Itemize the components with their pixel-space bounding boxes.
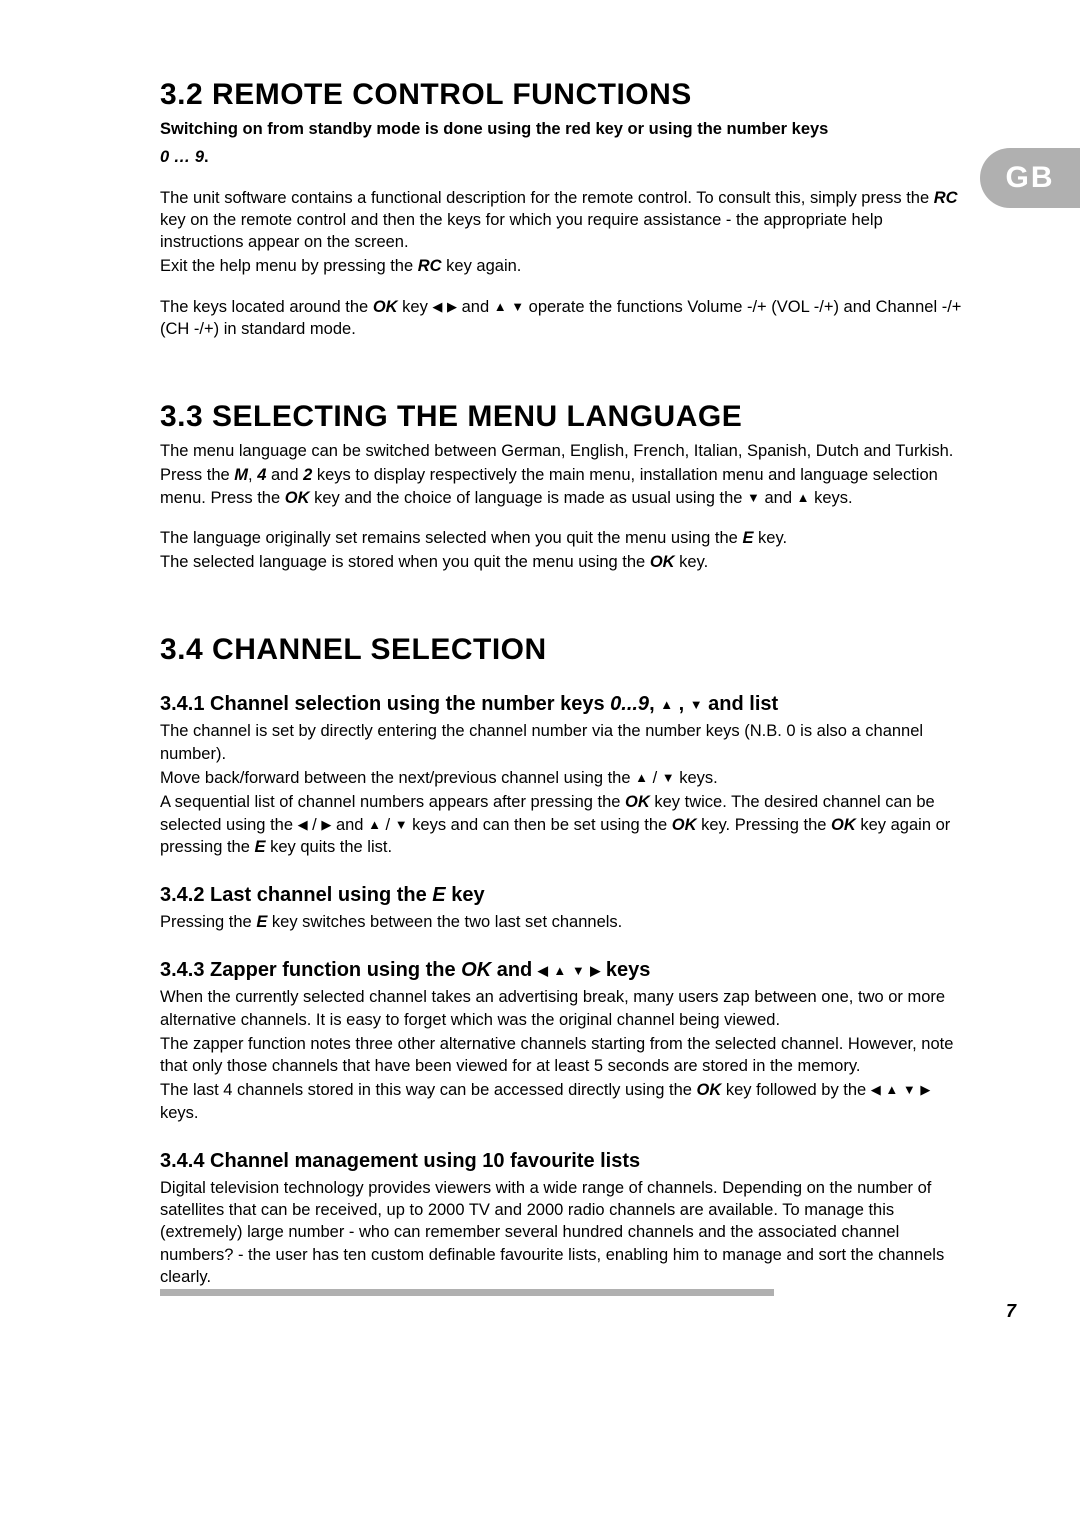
triangle-left-icon: ◀	[871, 1081, 881, 1099]
para-343-3: The last 4 channels stored in this way c…	[160, 1079, 970, 1124]
heading-3-4-4: 3.4.4 Channel management using 10 favour…	[160, 1150, 970, 1173]
triangle-down-icon: ▼	[903, 1081, 916, 1099]
triangle-up-icon: ▲	[797, 489, 810, 507]
language-tab-gb: GB	[980, 148, 1080, 208]
triangle-up-icon: ▲	[368, 816, 381, 834]
heading-3-4-2: 3.4.2 Last channel using the E key	[160, 884, 970, 907]
triangle-down-icon: ▼	[511, 298, 524, 316]
triangle-up-icon: ▲	[660, 697, 673, 712]
triangle-up-icon: ▲	[885, 1081, 898, 1099]
triangle-right-icon: ▶	[447, 298, 457, 316]
para-343-1: When the currently selected channel take…	[160, 986, 970, 1031]
para-lang-list: The menu language can be switched betwee…	[160, 440, 970, 462]
heading-3-3: 3.3 SELECTING THE MENU LANGUAGE	[160, 400, 970, 434]
triangle-right-icon: ▶	[920, 1081, 930, 1099]
intro-line-1: Switching on from standby mode is done u…	[160, 118, 970, 140]
triangle-left-icon: ◀	[538, 963, 548, 979]
para-341-2: Move back/forward between the next/previ…	[160, 767, 970, 789]
heading-3-4-1: 3.4.1 Channel selection using the number…	[160, 693, 970, 716]
para-344: Digital television technology provides v…	[160, 1177, 970, 1288]
triangle-left-icon: ◀	[298, 816, 308, 834]
triangle-left-icon: ◀	[432, 298, 442, 316]
para-lang-e: The language originally set remains sele…	[160, 527, 970, 549]
para-341-3: A sequential list of channel numbers app…	[160, 791, 970, 858]
heading-3-2: 3.2 REMOTE CONTROL FUNCTIONS	[160, 78, 970, 112]
triangle-right-icon: ▶	[590, 963, 600, 979]
triangle-down-icon: ▼	[662, 769, 675, 787]
intro-line-2: 0 … 9.	[160, 146, 970, 168]
manual-page: GB 3.2 REMOTE CONTROL FUNCTIONS Switchin…	[0, 0, 1080, 1526]
triangle-up-icon: ▲	[553, 963, 566, 978]
triangle-up-icon: ▲	[635, 769, 648, 787]
page-number: 7	[1006, 1301, 1016, 1322]
para-342: Pressing the E key switches between the …	[160, 911, 970, 933]
triangle-up-icon: ▲	[494, 298, 507, 316]
triangle-right-icon: ▶	[321, 816, 331, 834]
para-lang-keys: Press the M, 4 and 2 keys to display res…	[160, 464, 970, 509]
para-341-1: The channel is set by directly entering …	[160, 720, 970, 765]
para-rc-help: The unit software contains a functional …	[160, 187, 970, 254]
triangle-down-icon: ▼	[572, 963, 585, 978]
para-lang-ok: The selected language is stored when you…	[160, 551, 970, 573]
triangle-down-icon: ▼	[395, 816, 408, 834]
triangle-down-icon: ▼	[690, 697, 703, 712]
para-rc-exit: Exit the help menu by pressing the RC ke…	[160, 255, 970, 277]
para-343-2: The zapper function notes three other al…	[160, 1033, 970, 1078]
para-ok-arrows: The keys located around the OK key ◀ ▶ a…	[160, 296, 970, 341]
heading-3-4: 3.4 CHANNEL SELECTION	[160, 633, 970, 667]
footer-rule	[160, 1289, 774, 1296]
triangle-down-icon: ▼	[747, 489, 760, 507]
heading-3-4-3: 3.4.3 Zapper function using the OK and ◀…	[160, 959, 970, 982]
